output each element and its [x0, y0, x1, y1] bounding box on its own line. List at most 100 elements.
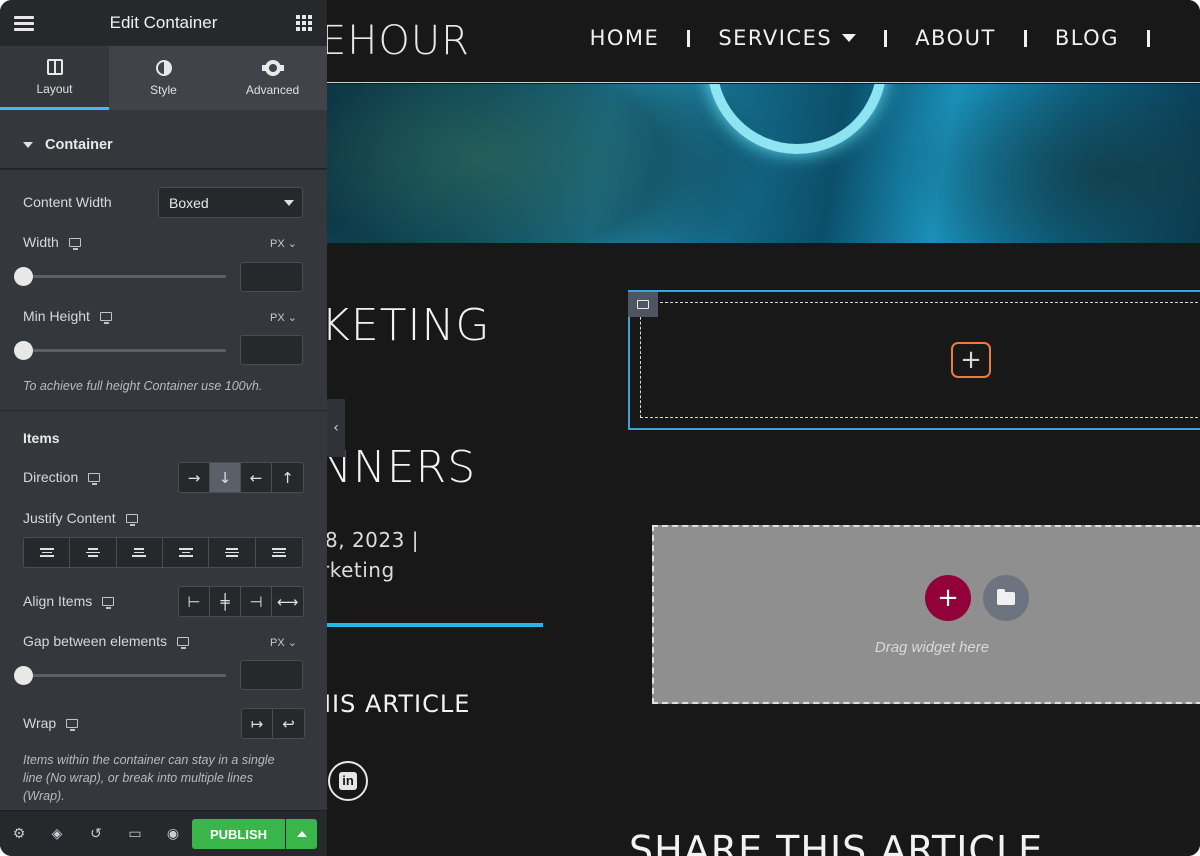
min-height-input[interactable]	[240, 335, 303, 365]
nav-separator	[1023, 29, 1027, 47]
nav-item-services[interactable]: SERVICES	[718, 26, 857, 50]
nav-label: HOME	[589, 26, 660, 50]
width-input[interactable]	[240, 262, 303, 292]
tab-style[interactable]: Style	[109, 46, 218, 110]
gear-icon	[261, 59, 284, 77]
widgets-grid-icon[interactable]	[296, 15, 312, 31]
selected-container[interactable]	[628, 290, 1200, 430]
linkedin-icon[interactable]: in	[328, 761, 368, 801]
direction-column-reverse-button[interactable]: ↑	[272, 463, 303, 492]
justify-center-button[interactable]	[70, 538, 117, 567]
caret-down-icon	[23, 142, 33, 148]
align-stretch-icon: ⟷	[276, 592, 299, 611]
tab-advanced[interactable]: Advanced	[218, 46, 327, 110]
post-date: 8, 2023 |	[327, 528, 419, 552]
share-heading: HIS ARTICLE	[327, 690, 471, 718]
direction-row-button[interactable]: →	[179, 463, 210, 492]
add-template-button[interactable]	[983, 575, 1029, 621]
width-unit-select[interactable]: PX ⌄	[270, 237, 297, 250]
wrap-hint: Items within the container can stay in a…	[23, 753, 275, 803]
site-nav: HOME SERVICES ABOUT BLOG	[590, 26, 1178, 50]
min-height-slider[interactable]	[14, 341, 226, 360]
direction-column-button[interactable]: ↓	[210, 463, 241, 492]
justify-center-icon	[85, 548, 100, 557]
control-label: Align Items	[23, 593, 93, 609]
desktop-icon[interactable]	[125, 513, 138, 526]
publish-options-button[interactable]	[286, 819, 317, 849]
justify-space-evenly-button[interactable]	[256, 538, 302, 567]
align-start-button[interactable]: ⊢	[179, 587, 210, 616]
content-width-select[interactable]: Boxed	[158, 187, 303, 218]
slider-handle[interactable]	[14, 341, 33, 360]
desktop-icon[interactable]	[102, 596, 115, 609]
site-header: EHOUR HOME SERVICES ABOUT BLOG	[327, 0, 1200, 83]
widget-drop-zone[interactable]: + Drag widget here	[652, 525, 1200, 704]
control-label: Min Height	[23, 308, 90, 324]
nav-separator	[687, 29, 691, 47]
unit-value: PX	[270, 312, 285, 324]
add-element-button[interactable]: +	[951, 342, 991, 378]
gap-input[interactable]	[240, 660, 303, 690]
site-logo[interactable]: EHOUR	[327, 18, 470, 64]
section-toggle-container[interactable]: Container	[0, 122, 327, 169]
wrap-icon: ↩	[282, 714, 295, 733]
align-start-icon: ⊢	[187, 592, 201, 611]
divider-line	[327, 623, 543, 627]
align-end-button[interactable]: ⊣	[241, 587, 272, 616]
nav-item-home[interactable]: HOME	[590, 26, 660, 50]
settings-icon[interactable]: ⚙	[10, 825, 28, 843]
direction-row-reverse-button[interactable]: ←	[241, 463, 272, 492]
justify-space-between-icon	[178, 548, 193, 557]
items-heading: Items	[23, 430, 60, 446]
justify-start-icon	[39, 548, 54, 557]
desktop-icon[interactable]	[176, 636, 189, 649]
min-height-unit-select[interactable]: PX ⌄	[270, 311, 297, 324]
preview-eye-icon[interactable]: ◉	[164, 825, 182, 843]
publish-button[interactable]: PUBLISH	[192, 819, 285, 849]
control-label: Content Width	[23, 194, 112, 210]
desktop-icon[interactable]	[66, 718, 79, 731]
panel-title: Edit Container	[109, 13, 218, 32]
chevron-down-icon	[284, 200, 294, 206]
control-label: Justify Content	[23, 510, 116, 526]
layers-icon[interactable]: ◈	[48, 825, 66, 843]
collapse-panel-button[interactable]: ‹	[327, 399, 345, 457]
container-icon	[637, 300, 649, 309]
control-label: Gap between elements	[23, 633, 167, 649]
align-center-button[interactable]: ╪	[210, 587, 241, 616]
gap-slider[interactable]	[14, 666, 226, 685]
wrap-button[interactable]: ↩	[273, 709, 304, 738]
justify-start-button[interactable]	[24, 538, 71, 567]
chevron-down-icon: ⌄	[284, 312, 297, 324]
control-label: Direction	[23, 469, 79, 485]
no-wrap-button[interactable]: ↦	[242, 709, 273, 738]
gap-unit-select[interactable]: PX ⌄	[270, 636, 297, 649]
tab-label: Style	[150, 83, 177, 97]
nav-item-about[interactable]: ABOUT	[915, 26, 996, 50]
justify-space-between-button[interactable]	[163, 538, 210, 567]
justify-end-button[interactable]	[117, 538, 163, 567]
chevron-down-icon	[842, 34, 857, 42]
style-icon	[155, 59, 173, 77]
responsive-icon[interactable]: ▭	[126, 825, 144, 843]
nav-item-blog[interactable]: BLOG	[1055, 26, 1119, 50]
tab-layout[interactable]: Layout	[0, 46, 109, 110]
post-category[interactable]: rketing	[327, 558, 395, 582]
justify-space-around-button[interactable]	[209, 538, 256, 567]
add-section-button[interactable]: +	[925, 575, 971, 621]
slider-handle[interactable]	[14, 267, 33, 286]
width-slider[interactable]	[14, 267, 226, 286]
unit-value: PX	[270, 637, 285, 649]
post-title-line: KETING	[327, 300, 491, 351]
slider-handle[interactable]	[14, 666, 33, 685]
desktop-icon[interactable]	[88, 472, 101, 485]
folder-icon	[997, 588, 1015, 605]
desktop-icon[interactable]	[68, 237, 81, 250]
linkedin-glyph: in	[339, 772, 357, 790]
nav-label: BLOG	[1054, 26, 1119, 50]
post-title-line: NNERS	[327, 442, 477, 493]
container-handle[interactable]	[628, 292, 658, 317]
align-stretch-button[interactable]: ⟷	[272, 587, 303, 616]
desktop-icon[interactable]	[99, 311, 112, 324]
history-icon[interactable]: ↺	[87, 825, 105, 843]
